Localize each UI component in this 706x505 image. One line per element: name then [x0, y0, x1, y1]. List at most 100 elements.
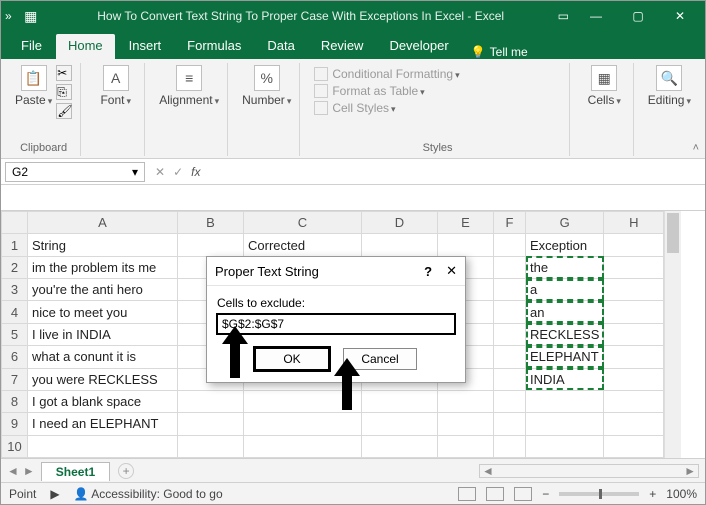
tab-file[interactable]: File: [9, 34, 54, 59]
col-header[interactable]: D: [362, 212, 438, 234]
titlebar: » ▦ How To Convert Text String To Proper…: [1, 1, 705, 31]
tab-insert[interactable]: Insert: [117, 34, 174, 59]
table-icon: [314, 84, 328, 98]
tab-nav-prev-icon[interactable]: ◄: [7, 464, 19, 478]
tab-data[interactable]: Data: [255, 34, 306, 59]
maximize-button[interactable]: ▢: [623, 9, 653, 23]
cell[interactable]: I live in INDIA: [28, 323, 178, 345]
cell[interactable]: what a conunt it is: [28, 346, 178, 368]
tab-review[interactable]: Review: [309, 34, 376, 59]
fx-icon[interactable]: fx: [191, 165, 200, 179]
ok-button[interactable]: OK: [255, 348, 329, 370]
ribbon-display-icon[interactable]: ▭: [558, 9, 569, 23]
dialog-close-icon[interactable]: ✕: [446, 263, 457, 279]
enter-formula-icon[interactable]: ✓: [173, 165, 183, 179]
page-layout-view-icon[interactable]: [486, 487, 504, 501]
cell-styles-icon: [314, 101, 328, 115]
font-button[interactable]: A Font: [100, 65, 131, 107]
qat-chevron-icon[interactable]: »: [5, 9, 12, 23]
row-header[interactable]: 9: [2, 413, 28, 435]
row-header[interactable]: 10: [2, 435, 28, 457]
cells-button[interactable]: ▦ Cells: [588, 65, 621, 107]
conditional-formatting-button[interactable]: Conditional Formatting: [314, 67, 459, 81]
cell-styles-button[interactable]: Cell Styles: [314, 101, 395, 115]
zoom-level[interactable]: 100%: [666, 487, 697, 501]
collapse-ribbon-icon[interactable]: ˄: [693, 142, 699, 154]
cut-icon[interactable]: ✂: [56, 65, 72, 81]
cells-to-exclude-input[interactable]: [217, 314, 455, 334]
group-label-clipboard: Clipboard: [15, 140, 72, 156]
number-icon: %: [254, 65, 280, 91]
editing-button[interactable]: 🔍 Editing: [648, 65, 691, 107]
col-header[interactable]: A: [28, 212, 178, 234]
row-header[interactable]: 6: [2, 346, 28, 368]
zoom-out-icon[interactable]: −: [542, 487, 549, 501]
tell-me[interactable]: 💡 Tell me: [471, 45, 528, 59]
cell[interactable]: you're the anti hero: [28, 279, 178, 301]
macro-record-icon[interactable]: ▶: [50, 487, 59, 501]
font-icon: A: [103, 65, 129, 91]
cell[interactable]: Corrected: [244, 234, 362, 256]
row-header[interactable]: 4: [2, 301, 28, 323]
cell[interactable]: INDIA: [526, 368, 604, 390]
row-header[interactable]: 2: [2, 256, 28, 278]
vertical-scrollbar[interactable]: [664, 211, 681, 458]
cell[interactable]: nice to meet you: [28, 301, 178, 323]
group-clipboard: 📋 Paste ✂ ⎘ 🖌 Clipboard: [7, 63, 81, 156]
editing-icon: 🔍: [656, 65, 682, 91]
dialog-help-icon[interactable]: ?: [424, 264, 432, 279]
alignment-button[interactable]: ≡ Alignment: [159, 65, 219, 107]
name-box[interactable]: G2▾: [5, 162, 145, 182]
cell[interactable]: the: [526, 256, 604, 278]
page-break-view-icon[interactable]: [514, 487, 532, 501]
tab-formulas[interactable]: Formulas: [175, 34, 253, 59]
cell[interactable]: a: [526, 279, 604, 301]
col-header[interactable]: H: [604, 212, 664, 234]
cell[interactable]: RECKLESS: [526, 323, 604, 345]
cell[interactable]: ELEPHANT: [526, 346, 604, 368]
col-header[interactable]: E: [438, 212, 494, 234]
row-header[interactable]: 1: [2, 234, 28, 256]
paste-button[interactable]: 📋 Paste: [15, 65, 52, 119]
minimize-button[interactable]: —: [581, 9, 611, 23]
cancel-formula-icon[interactable]: ✕: [155, 165, 165, 179]
group-number: % Number: [234, 63, 300, 156]
format-painter-icon[interactable]: 🖌: [56, 103, 72, 119]
col-header[interactable]: C: [244, 212, 362, 234]
horizontal-scrollbar[interactable]: ◄ ►: [479, 464, 699, 478]
col-header[interactable]: G: [526, 212, 604, 234]
status-bar: Point ▶ 👤 Accessibility: Good to go − + …: [1, 482, 705, 504]
annotation-arrow: [222, 326, 248, 378]
cell[interactable]: you were RECKLESS: [28, 368, 178, 390]
cell[interactable]: I need an ELEPHANT: [28, 413, 178, 435]
cell[interactable]: I got a blank space: [28, 390, 178, 412]
accessibility-icon: 👤: [74, 487, 89, 501]
accessibility-status[interactable]: 👤 Accessibility: Good to go: [74, 487, 223, 501]
mode-indicator: Point: [9, 487, 36, 501]
row-header[interactable]: 3: [2, 279, 28, 301]
close-button[interactable]: ✕: [665, 9, 695, 23]
sheet-tab[interactable]: Sheet1: [41, 462, 110, 481]
row-header[interactable]: 8: [2, 390, 28, 412]
normal-view-icon[interactable]: [458, 487, 476, 501]
zoom-in-icon[interactable]: +: [649, 487, 656, 501]
cell[interactable]: String: [28, 234, 178, 256]
cell[interactable]: im the problem its me: [28, 256, 178, 278]
row-header[interactable]: 5: [2, 323, 28, 345]
window-title: How To Convert Text String To Proper Cas…: [44, 9, 558, 23]
tab-nav-next-icon[interactable]: ►: [23, 464, 35, 478]
number-button[interactable]: % Number: [242, 65, 291, 107]
tab-developer[interactable]: Developer: [377, 34, 460, 59]
copy-icon[interactable]: ⎘: [56, 84, 72, 100]
col-header[interactable]: B: [178, 212, 244, 234]
zoom-slider[interactable]: [559, 492, 639, 496]
tab-home[interactable]: Home: [56, 34, 115, 59]
cell[interactable]: Exception: [526, 234, 604, 256]
col-header[interactable]: F: [494, 212, 526, 234]
formula-bar[interactable]: [1, 185, 705, 211]
select-all[interactable]: [2, 212, 28, 234]
row-header[interactable]: 7: [2, 368, 28, 390]
cell[interactable]: an: [526, 301, 604, 323]
new-sheet-button[interactable]: +: [118, 463, 134, 479]
format-as-table-button[interactable]: Format as Table: [314, 84, 424, 98]
